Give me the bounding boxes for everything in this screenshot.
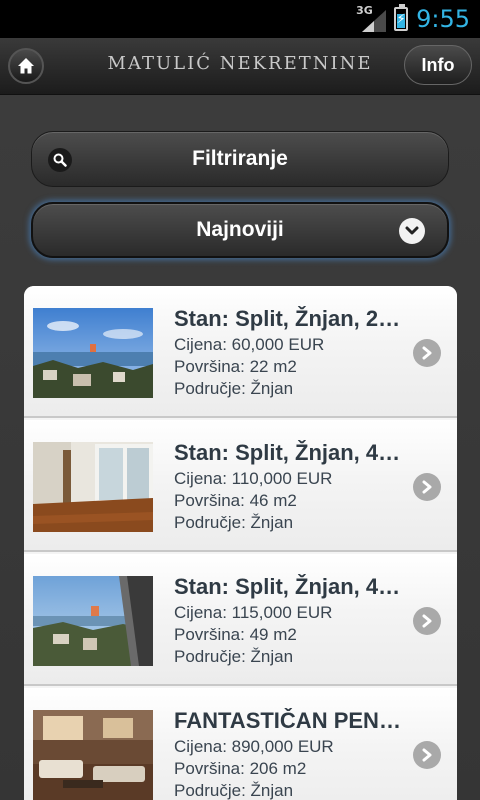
listing-price: Cijena: 115,000 EUR — [174, 603, 333, 622]
sort-select[interactable]: Najnoviji — [31, 202, 449, 258]
listing-region: Područje: Žnjan — [174, 513, 294, 532]
listing-region: Područje: Žnjan — [174, 781, 294, 800]
chevron-right-icon[interactable] — [413, 607, 441, 635]
listing-photo-living-room — [33, 710, 153, 800]
listing-area: Površina: 22 m2 — [174, 357, 297, 376]
listing-list[interactable]: Stan: Split, Žnjan, 22 m2 Cijena: 60,000… — [24, 286, 457, 800]
battery-icon: ⚡ — [394, 4, 409, 31]
sort-selected-value: Najnoviji — [196, 218, 284, 241]
info-button[interactable]: Info — [404, 45, 472, 85]
listing-row[interactable]: Stan: Split, Žnjan, 49 m2 Cijena: 115,00… — [24, 554, 457, 686]
listing-row[interactable]: Stan: Split, Žnjan, 22 m2 Cijena: 60,000… — [24, 286, 457, 418]
listing-photo-sea-view — [33, 308, 153, 398]
listing-area: Površina: 49 m2 — [174, 625, 297, 644]
chevron-right-icon[interactable] — [413, 339, 441, 367]
listing-row[interactable]: Stan: Split, Žnjan, 46 m2 Cijena: 110,00… — [24, 420, 457, 552]
chevron-down-icon — [399, 218, 425, 244]
listing-price: Cijena: 890,000 EUR — [174, 737, 334, 756]
listing-area: Površina: 206 m2 — [174, 759, 307, 778]
listing-row[interactable]: FANTASTIČAN PENTHOUSE Cijena: 890,000 EU… — [24, 688, 457, 800]
listing-price: Cijena: 60,000 EUR — [174, 335, 325, 354]
listing-photo-interior — [33, 442, 153, 532]
listing-title: Stan: Split, Žnjan, 46 m2 — [174, 440, 406, 465]
listing-photo-balcony-view — [33, 576, 153, 666]
status-icons: 3G ⚡ 9:55 — [356, 0, 470, 38]
listing-region: Područje: Žnjan — [174, 647, 294, 666]
listing-area: Površina: 46 m2 — [174, 491, 297, 510]
filter-button[interactable]: Filtriranje — [31, 131, 449, 187]
signal-icon: 3G — [356, 4, 387, 32]
filter-label: Filtriranje — [192, 147, 288, 170]
listing-title: FANTASTIČAN PENTHOUSE — [174, 708, 406, 733]
chevron-right-icon[interactable] — [413, 741, 441, 769]
clock: 9:55 — [416, 5, 470, 33]
chevron-right-icon[interactable] — [413, 473, 441, 501]
listing-price: Cijena: 110,000 EUR — [174, 469, 333, 488]
status-bar: 3G ⚡ 9:55 — [0, 0, 480, 38]
listing-title: Stan: Split, Žnjan, 49 m2 — [174, 574, 406, 599]
listing-title: Stan: Split, Žnjan, 22 m2 — [174, 306, 406, 331]
app-header: MATULIĆ NEKRETNINE Info — [0, 38, 480, 95]
listing-region: Područje: Žnjan — [174, 379, 294, 398]
